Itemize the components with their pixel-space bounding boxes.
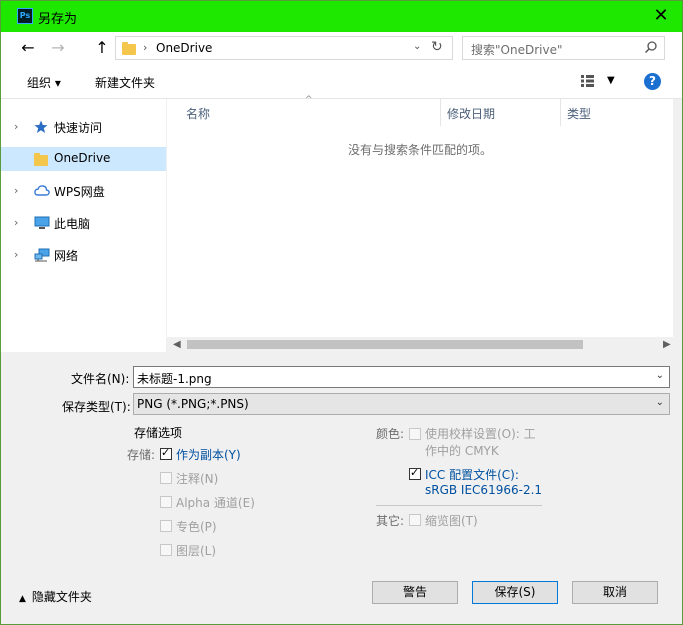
star-icon — [34, 120, 48, 133]
options-divider — [376, 505, 542, 506]
empty-message: 没有与搜索条件匹配的项。 — [347, 143, 492, 157]
spot-color-checkbox[interactable] — [160, 520, 172, 532]
chevron-up-icon: ▲ — [19, 594, 26, 604]
other-label: 其它: — [376, 514, 405, 528]
notes-label[interactable]: 注释(N) — [176, 470, 218, 487]
title-bar[interactable]: Ps 另存为 ✕ — [1, 1, 682, 32]
filetype-select[interactable]: PNG (*.PNG;*.PNS) ⌄ — [133, 393, 670, 415]
up-arrow-icon[interactable]: ↑ — [92, 38, 112, 58]
as-copy-checkbox[interactable] — [160, 446, 172, 460]
sidebar-item-network[interactable]: › 网络 — [1, 243, 166, 267]
thumbnail-label[interactable]: 缩览图(T) — [425, 512, 478, 529]
filetype-value: PNG (*.PNG;*.PNS) — [137, 397, 249, 411]
proof-setup-label-line1[interactable]: 使用校样设置(O): 工 — [425, 425, 536, 442]
sidebar-item-label: OneDrive — [54, 151, 111, 165]
navigation-pane: › 快速访问 OneDrive › WPS网盘 › 此电脑 › 网络 — [1, 99, 166, 352]
sort-ascending-icon: ^ — [305, 95, 313, 105]
chevron-down-icon[interactable]: ⌄ — [656, 370, 664, 381]
help-icon[interactable]: ? — [644, 73, 661, 90]
address-path[interactable]: OneDrive — [156, 41, 212, 55]
expand-chevron-icon[interactable]: › — [14, 248, 18, 261]
sidebar-item-onedrive[interactable]: OneDrive — [1, 147, 166, 171]
forward-arrow-icon[interactable]: → — [48, 38, 68, 58]
icc-profile-label-line1[interactable]: ICC 配置文件(C): — [425, 466, 519, 483]
column-label: 修改日期 — [447, 107, 496, 121]
navigation-bar: ← → ↑ › OneDrive ⌄ ↻ 搜索"OneDrive" — [1, 32, 682, 64]
vertical-scrollbar[interactable] — [673, 99, 682, 352]
notes-checkbox[interactable] — [160, 472, 172, 484]
sidebar-item-label: 此电脑 — [54, 217, 91, 231]
icc-profile-label-line2[interactable]: sRGB IEC61966-2.1 — [425, 483, 542, 497]
expand-chevron-icon[interactable]: › — [14, 216, 18, 229]
filename-label: 文件名(N): — [71, 372, 130, 386]
storage-label: 存储: — [127, 448, 156, 462]
sidebar-item-wps-cloud[interactable]: › WPS网盘 — [1, 179, 166, 203]
layers-label[interactable]: 图层(L) — [176, 542, 216, 559]
thumbnail-checkbox[interactable] — [409, 514, 421, 526]
address-bar[interactable]: › OneDrive ⌄ ↻ — [115, 36, 453, 60]
save-as-dialog: Ps 另存为 ✕ ← → ↑ › OneDrive ⌄ ↻ 搜索"OneDriv… — [0, 0, 683, 625]
icc-profile-checkbox[interactable] — [409, 466, 421, 480]
sidebar-item-label: 网络 — [54, 249, 79, 263]
warning-button[interactable]: 警告 — [372, 581, 458, 604]
scroll-left-icon[interactable]: ◀ — [173, 337, 181, 352]
save-button[interactable]: 保存(S) — [472, 581, 558, 604]
folder-icon — [122, 42, 136, 55]
expand-chevron-icon[interactable]: › — [14, 184, 18, 197]
new-folder-button[interactable]: 新建文件夹 — [95, 74, 155, 91]
proof-setup-checkbox[interactable] — [409, 428, 421, 440]
search-input[interactable]: 搜索"OneDrive" — [471, 41, 562, 58]
column-header-type[interactable]: 类型 — [561, 99, 673, 126]
sidebar-item-quick-access[interactable]: › 快速访问 — [1, 115, 166, 139]
column-header-date[interactable]: 修改日期 — [441, 99, 561, 126]
proof-setup-label-line2[interactable]: 作中的 CMYK — [425, 442, 499, 459]
chevron-down-icon[interactable]: ⌄ — [413, 41, 421, 52]
hide-folders-label: 隐藏文件夹 — [31, 590, 92, 604]
layers-checkbox[interactable] — [160, 544, 172, 556]
sidebar-item-this-pc[interactable]: › 此电脑 — [1, 211, 166, 235]
alpha-channel-checkbox[interactable] — [160, 496, 172, 508]
expand-chevron-icon[interactable]: › — [14, 120, 18, 133]
column-label: 名称 — [186, 107, 211, 121]
organize-menu[interactable]: 组织 ▾ — [27, 74, 61, 91]
chevron-right-icon[interactable]: › — [143, 41, 147, 54]
column-label: 类型 — [567, 107, 592, 121]
scroll-thumb[interactable] — [187, 340, 583, 349]
color-label: 颜色: — [376, 427, 405, 441]
view-dropdown-icon[interactable]: ▼ — [607, 75, 615, 86]
filetype-label: 保存类型(T): — [62, 400, 131, 414]
search-icon[interactable] — [644, 40, 658, 54]
as-copy-label[interactable]: 作为副本(Y) — [176, 446, 241, 463]
folder-icon — [34, 153, 48, 166]
network-icon — [34, 248, 50, 262]
column-header-name[interactable]: ^ 名称 — [167, 95, 441, 126]
sidebar-item-label: 快速访问 — [54, 121, 103, 135]
cloud-icon — [34, 185, 50, 196]
dialog-title: 另存为 — [38, 12, 78, 27]
alpha-channel-label[interactable]: Alpha 通道(E) — [176, 494, 255, 511]
filename-field[interactable]: 未标题-1.png ⌄ — [133, 366, 670, 388]
spot-color-label[interactable]: 专色(P) — [176, 518, 217, 535]
photoshop-icon: Ps — [17, 8, 33, 24]
search-box[interactable]: 搜索"OneDrive" — [462, 36, 665, 60]
command-toolbar: 组织 ▾ 新建文件夹 ▼ ? — [1, 64, 682, 99]
scroll-right-icon[interactable]: ▶ — [663, 337, 671, 352]
refresh-icon[interactable]: ↻ — [431, 39, 443, 55]
cancel-button[interactable]: 取消 — [572, 581, 658, 604]
file-list: ^ 名称 修改日期 类型 没有与搜索条件匹配的项。 — [167, 95, 673, 337]
horizontal-scrollbar[interactable]: ◀ ▶ — [167, 337, 673, 352]
storage-options-title: 存储选项 — [134, 426, 183, 440]
filename-value[interactable]: 未标题-1.png — [137, 370, 212, 387]
hide-folders-toggle[interactable]: ▲ 隐藏文件夹 — [19, 588, 92, 605]
back-arrow-icon[interactable]: ← — [18, 38, 38, 58]
chevron-down-icon[interactable]: ⌄ — [656, 397, 664, 408]
computer-icon — [34, 216, 50, 229]
close-icon[interactable]: ✕ — [646, 3, 676, 29]
view-options-icon[interactable] — [581, 75, 597, 87]
sidebar-item-label: WPS网盘 — [54, 185, 105, 199]
